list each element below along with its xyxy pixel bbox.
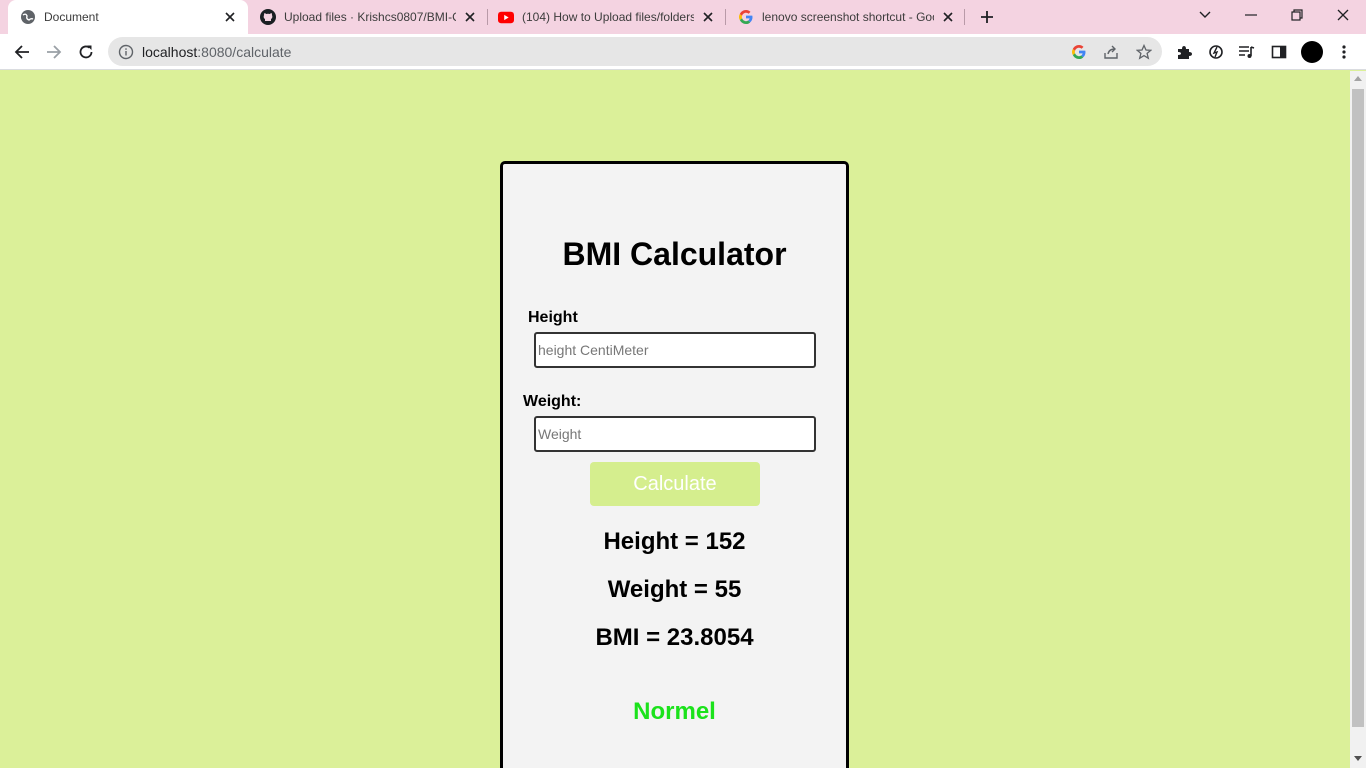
github-icon	[260, 9, 276, 25]
minimize-icon	[1245, 14, 1257, 16]
bookmark-star-icon[interactable]	[1135, 43, 1153, 61]
back-button[interactable]	[8, 38, 36, 66]
url-path: :8080/calculate	[197, 44, 292, 60]
close-tab-icon[interactable]	[222, 9, 238, 25]
scroll-up-arrow-icon[interactable]	[1354, 76, 1362, 81]
weight-input[interactable]	[534, 416, 816, 452]
height-label: Height	[528, 309, 578, 326]
plus-icon	[981, 11, 993, 23]
side-panel-icon[interactable]	[1269, 42, 1289, 62]
minimize-button[interactable]	[1228, 0, 1274, 30]
url-text: localhost:8080/calculate	[142, 44, 291, 60]
arrow-left-icon	[14, 45, 29, 59]
arrow-right-icon	[47, 45, 62, 59]
close-window-button[interactable]	[1320, 0, 1366, 30]
browser-toolbar: localhost:8080/calculate	[0, 34, 1366, 70]
menu-kebab-icon[interactable]	[1334, 42, 1354, 62]
google-icon	[738, 9, 754, 25]
profile-avatar[interactable]	[1301, 41, 1323, 63]
globe-icon	[20, 9, 36, 25]
extensions-icon[interactable]	[1174, 42, 1194, 62]
tab-search-button[interactable]	[1182, 0, 1228, 30]
youtube-icon	[498, 9, 514, 25]
forward-button[interactable]	[40, 38, 68, 66]
google-lens-icon[interactable]	[1070, 43, 1088, 61]
tab-title: Document	[44, 10, 99, 24]
tab-google-search[interactable]: lenovo screenshot shortcut - Goo	[726, 0, 966, 34]
bmi-status: Normel	[633, 698, 716, 725]
media-control-icon[interactable]	[1237, 42, 1257, 62]
page-viewport: BMI Calculator Height Weight: Calculate …	[0, 71, 1350, 768]
calculate-button[interactable]: Calculate	[590, 462, 760, 506]
performance-icon[interactable]	[1206, 42, 1226, 62]
close-tab-icon[interactable]	[700, 9, 716, 25]
new-tab-button[interactable]	[975, 5, 999, 29]
restore-button[interactable]	[1274, 0, 1320, 30]
tab-strip: Document Upload files · Krishcs0807/BMI-…	[0, 0, 1366, 34]
url-host: localhost	[142, 44, 198, 60]
page-title: BMI Calculator	[562, 236, 787, 272]
tab-title: Upload files · Krishcs0807/BMI-Ca	[284, 10, 456, 24]
reload-icon	[79, 45, 93, 59]
address-bar[interactable]: localhost:8080/calculate	[108, 37, 1162, 66]
close-icon	[1337, 9, 1349, 21]
share-icon[interactable]	[1102, 43, 1120, 61]
scroll-down-arrow-icon[interactable]	[1354, 756, 1362, 761]
height-input[interactable]	[534, 332, 816, 368]
tab-separator	[964, 9, 965, 25]
tab-document[interactable]: Document	[8, 0, 248, 34]
site-info-icon[interactable]	[118, 44, 134, 60]
close-tab-icon[interactable]	[462, 9, 478, 25]
vertical-scrollbar[interactable]	[1350, 71, 1366, 768]
close-tab-icon[interactable]	[940, 9, 956, 25]
height-result: Height = 152	[603, 528, 746, 555]
scrollbar-thumb[interactable]	[1352, 89, 1364, 727]
tab-title: lenovo screenshot shortcut - Goo	[762, 10, 934, 24]
restore-icon	[1291, 9, 1303, 21]
reload-button[interactable]	[72, 38, 100, 66]
tab-upload-files[interactable]: Upload files · Krishcs0807/BMI-Ca	[248, 0, 488, 34]
tab-youtube-video[interactable]: (104) How to Upload files/folders	[486, 0, 726, 34]
weight-result: Weight = 55	[607, 576, 742, 603]
bmi-card: BMI Calculator Height Weight: Calculate …	[500, 161, 849, 768]
weight-label: Weight:	[523, 393, 582, 410]
chevron-down-icon	[1199, 11, 1211, 18]
bmi-result: BMI = 23.8054	[595, 624, 754, 651]
tab-title: (104) How to Upload files/folders	[522, 10, 694, 24]
